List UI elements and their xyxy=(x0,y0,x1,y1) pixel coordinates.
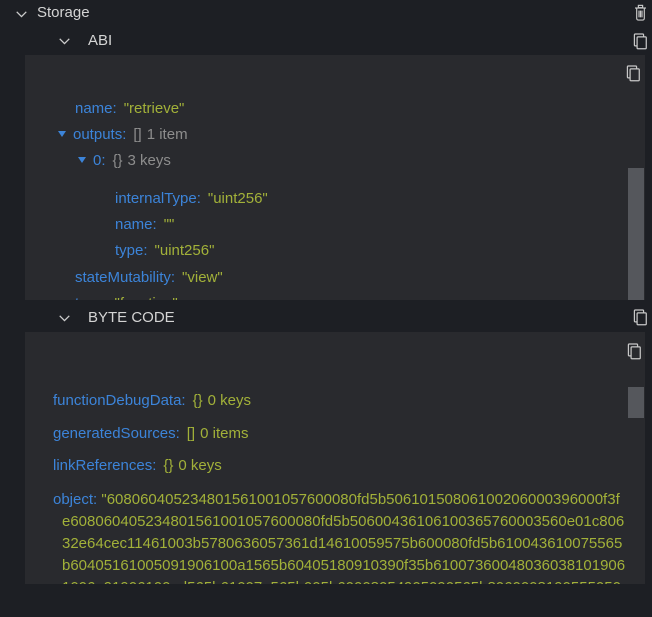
chevron-down-icon[interactable] xyxy=(56,310,73,327)
json-string-value: "retrieve" xyxy=(124,100,185,117)
json-row-type-function: type: "function" xyxy=(75,295,178,300)
json-string-value: "view" xyxy=(182,269,223,286)
copy-icon[interactable] xyxy=(631,308,649,327)
json-key: name: xyxy=(115,216,157,233)
json-key: type: xyxy=(75,295,108,300)
json-key: object: xyxy=(53,491,97,508)
json-string-value: "uint256" xyxy=(208,190,268,207)
json-row-name-empty: name: "" xyxy=(115,216,174,233)
json-string-value: "" xyxy=(164,216,175,233)
collapse-arrow-icon[interactable] xyxy=(58,131,66,137)
copy-icon[interactable] xyxy=(625,342,643,361)
json-row-outputs: outputs: [] 1 item xyxy=(58,126,188,143)
json-row-generatedsources: generatedSources: [] 0 items xyxy=(53,425,248,442)
json-row-statemutability: stateMutability: "view" xyxy=(75,269,223,286)
json-key: type: xyxy=(115,242,148,259)
json-key: generatedSources: xyxy=(53,425,180,442)
copy-icon[interactable] xyxy=(624,64,642,83)
json-bracket: {} xyxy=(163,457,173,474)
bytecode-json-panel: functionDebugData: {} 0 keys generatedSour… xyxy=(25,332,645,584)
storage-section-title: Storage xyxy=(37,4,90,22)
json-key: stateMutability: xyxy=(75,269,175,286)
trash-icon[interactable] xyxy=(632,4,649,22)
json-row-type: type: "uint256" xyxy=(115,242,214,259)
abi-section-title: ABI xyxy=(88,32,112,50)
json-key: functionDebugData: xyxy=(53,392,186,409)
json-key-count: 3 keys xyxy=(128,152,171,169)
abi-scrollbar-thumb[interactable] xyxy=(628,168,644,300)
bytecode-hex-string: "608060405234801561001057600080fd5b50610… xyxy=(62,491,626,584)
collapse-arrow-icon[interactable] xyxy=(78,157,86,163)
json-key: name: xyxy=(75,100,117,117)
json-key: 0: xyxy=(93,152,106,169)
json-bracket: [] xyxy=(133,126,141,143)
chevron-down-icon[interactable] xyxy=(56,33,73,50)
json-item-count: 1 item xyxy=(147,126,188,143)
json-key: internalType: xyxy=(115,190,201,207)
json-row-object: object: "608060405234801561001057600080f… xyxy=(25,489,628,584)
json-string-value: "uint256" xyxy=(155,242,215,259)
chevron-down-icon[interactable] xyxy=(13,6,30,23)
copy-icon[interactable] xyxy=(631,32,649,51)
json-row-internaltype: internalType: "uint256" xyxy=(115,190,268,207)
json-row-name: name: "retrieve" xyxy=(75,100,184,117)
json-key: linkReferences: xyxy=(53,457,156,474)
abi-json-panel: name: "retrieve" outputs: [] 1 item 0: {} 3 k… xyxy=(25,55,645,300)
json-row-functiondebugdata: functionDebugData: {} 0 keys xyxy=(53,392,251,409)
json-bracket: {} xyxy=(193,392,203,409)
json-key: outputs: xyxy=(73,126,126,143)
json-string-value: "function" xyxy=(115,295,178,300)
bytecode-section-title: BYTE CODE xyxy=(88,309,175,327)
json-bracket: [] xyxy=(187,425,195,442)
json-row-0: 0: {} 3 keys xyxy=(78,152,171,169)
json-key-count: 0 keys xyxy=(208,392,251,409)
json-bracket: {} xyxy=(113,152,123,169)
bytecode-scrollbar-thumb[interactable] xyxy=(628,387,644,418)
json-item-count: 0 items xyxy=(200,425,248,442)
json-key-count: 0 keys xyxy=(178,457,221,474)
json-row-linkreferences: linkReferences: {} 0 keys xyxy=(53,457,222,474)
